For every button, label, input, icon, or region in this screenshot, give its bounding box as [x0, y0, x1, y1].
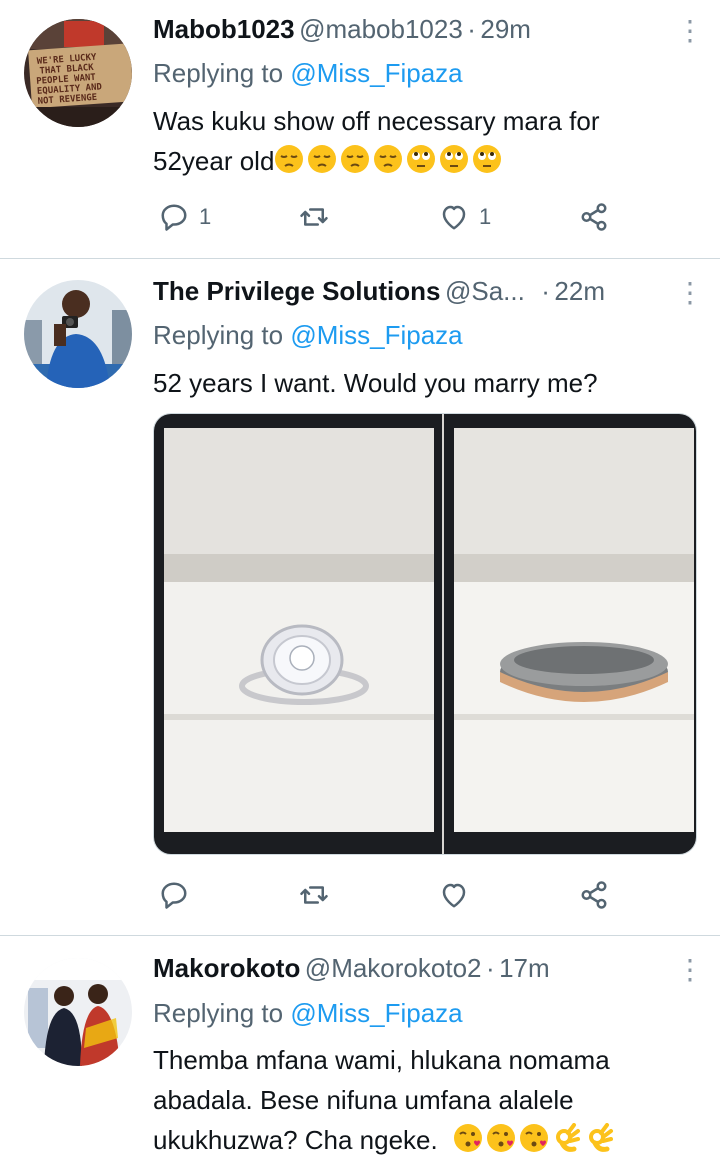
tweet-makorokoto[interactable]: Makorokoto @Makorokoto2 · 17m ⋮ Replying…: [0, 936, 720, 1173]
replying-prefix: Replying to: [153, 320, 284, 350]
retweet-button[interactable]: [299, 197, 339, 237]
pensive-face-emoji: [341, 145, 370, 173]
timestamp[interactable]: 29m: [480, 14, 531, 44]
reply-icon: [161, 882, 187, 909]
rolling-eyes-face-emoji: [473, 145, 502, 173]
mention-link[interactable]: @Miss_Fipaza: [290, 998, 462, 1028]
emoji-row: [453, 1123, 618, 1155]
pensive-face-emoji: [275, 145, 304, 173]
reply-button[interactable]: [159, 875, 189, 915]
replying-to: Replying to @Miss_Fipaza: [153, 58, 463, 89]
timestamp[interactable]: 17m: [499, 953, 550, 983]
retweet-icon: [300, 208, 328, 226]
user-handle[interactable]: @mabob1023: [299, 14, 463, 44]
tweet-header: Mabob1023 @mabob1023 · 29m: [153, 14, 700, 50]
heart-icon: [442, 205, 466, 230]
ok-hand-emoji: [555, 1123, 580, 1152]
tweet-text: 52 years I want. Would you marry me?: [153, 363, 680, 403]
separator-dot: ·: [467, 14, 476, 44]
replying-to: Replying to @Miss_Fipaza: [153, 998, 463, 1029]
separator-dot: ·: [485, 953, 495, 983]
tweet-text-line: abadala. Bese nifuna umfana alalele: [153, 1085, 574, 1115]
rolling-eyes-face-emoji: [440, 145, 469, 173]
tweet-photo[interactable]: [153, 413, 697, 855]
retweet-button[interactable]: [299, 875, 329, 915]
avatar[interactable]: [24, 280, 132, 388]
reply-button[interactable]: 1: [159, 197, 211, 237]
user-handle[interactable]: @Sa...: [445, 276, 525, 306]
retweet-icon: [300, 886, 328, 904]
tweet-text-line: Was kuku show off necessary mara for: [153, 106, 600, 136]
share-icon: [581, 203, 607, 231]
emoji-row: [274, 145, 505, 176]
like-button[interactable]: 1: [439, 197, 491, 237]
heart-icon: [442, 883, 466, 908]
ok-hand-emoji: [588, 1123, 613, 1152]
pensive-face-emoji: [308, 145, 337, 173]
kissing-heart-face-emoji: [519, 1124, 548, 1152]
timestamp[interactable]: 22m: [554, 276, 605, 306]
tweet-header: Makorokoto @Makorokoto2 · 17m: [153, 953, 700, 989]
tweet-header: The Privilege Solutions @Sa... · 22m: [153, 276, 660, 312]
tweet-text-line: Themba mfana wami, hlukana nomama: [153, 1045, 610, 1075]
replying-prefix: Replying to: [153, 58, 284, 88]
more-options-icon[interactable]: ⋮: [676, 955, 704, 985]
replying-to: Replying to @Miss_Fipaza: [153, 320, 463, 351]
reply-count: 1: [199, 204, 212, 229]
user-handle[interactable]: @Makorokoto2: [305, 953, 482, 983]
display-name[interactable]: Mabob1023: [153, 14, 295, 44]
kissing-heart-face-emoji: [453, 1124, 482, 1152]
kissing-heart-face-emoji: [486, 1124, 515, 1152]
share-button[interactable]: [579, 197, 609, 237]
more-options-icon[interactable]: ⋮: [676, 278, 704, 308]
tweet-text: Themba mfana wami, hlukana nomama abadal…: [153, 1040, 680, 1160]
like-button[interactable]: [439, 875, 469, 915]
display-name[interactable]: The Privilege Solutions: [153, 276, 441, 306]
tweet-text-line: 52year old: [153, 146, 275, 176]
tweet-text-line: 52 years I want. Would you marry me?: [153, 368, 598, 398]
avatar[interactable]: [24, 958, 132, 1066]
like-count: 1: [479, 204, 492, 229]
tweet-text: Was kuku show off necessary mara for 52y…: [153, 101, 680, 181]
tweet-actions: [153, 875, 623, 915]
tweet-mabob1023[interactable]: WE'RE LUCKY THAT BLACK PEOPLE WANT EQUAL…: [0, 0, 720, 258]
tweet-privilege-solutions[interactable]: The Privilege Solutions @Sa... · 22m ⋮ R…: [0, 259, 720, 935]
pensive-face-emoji: [374, 145, 403, 173]
tweet-text-line: ukukhuzwa? Cha ngeke.: [153, 1125, 438, 1155]
share-icon: [581, 881, 607, 909]
tweet-actions: 1 1: [153, 197, 623, 237]
display-name[interactable]: Makorokoto: [153, 953, 300, 983]
mention-link[interactable]: @Miss_Fipaza: [290, 58, 462, 88]
mention-link[interactable]: @Miss_Fipaza: [290, 320, 462, 350]
separator-dot: ·: [541, 276, 550, 306]
reply-icon: [161, 204, 187, 231]
more-options-icon[interactable]: ⋮: [676, 16, 704, 46]
avatar[interactable]: WE'RE LUCKY THAT BLACK PEOPLE WANT EQUAL…: [24, 19, 132, 127]
rolling-eyes-face-emoji: [407, 145, 436, 173]
replying-prefix: Replying to: [153, 998, 284, 1028]
share-button[interactable]: [579, 875, 609, 915]
